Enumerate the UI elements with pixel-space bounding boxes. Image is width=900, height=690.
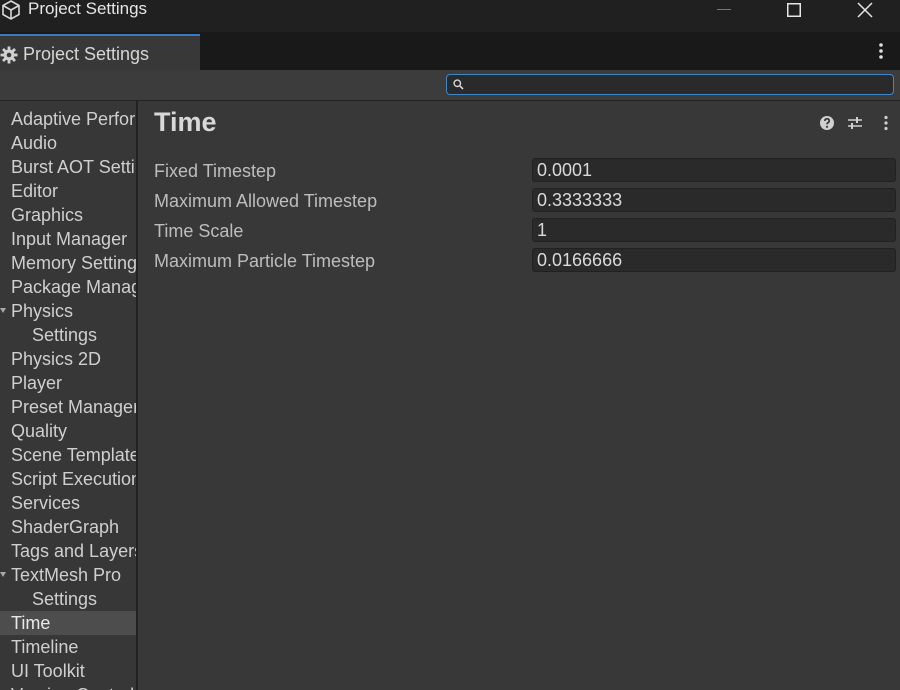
time-settings-panel: Time Fixed Timestep Maximum Allowed Time… [138, 101, 900, 690]
fixed-timestep-field[interactable] [532, 158, 896, 182]
search-icon [453, 79, 464, 90]
tab-strip: Project Settings [0, 32, 900, 70]
close-icon [857, 2, 873, 18]
sidebar-item-input-manager[interactable]: Input Manager [0, 227, 136, 251]
sidebar-item-burst-aot-settings[interactable]: Burst AOT Settings [0, 155, 136, 179]
sidebar-item-label: Services [11, 493, 81, 513]
tab-label: Project Settings [23, 44, 150, 64]
sidebar-item-label: Preset Manager [11, 397, 136, 417]
sidebar-item-label: Audio [11, 133, 58, 153]
minimize-icon [717, 9, 731, 10]
maximize-icon [787, 3, 801, 17]
sidebar-item-label: UI Toolkit [11, 661, 85, 681]
sidebar-item-label: Package Manager [11, 277, 136, 297]
settings-sidebar: Adaptive Performance Audio Burst AOT Setti… [0, 101, 138, 690]
sidebar-item-label: Tags and Layers [11, 541, 136, 561]
maximum-particle-timestep-field[interactable] [532, 248, 896, 272]
sidebar-item-label: Settings [32, 589, 98, 609]
maximum-particle-timestep-row: Maximum Particle Timestep [154, 248, 900, 274]
tab-project-settings[interactable]: Project Settings [0, 34, 200, 70]
sidebar-item-timeline[interactable]: Timeline [0, 635, 136, 659]
sidebar-item-label: Editor [11, 181, 59, 201]
sidebar-item-label: Physics 2D [11, 349, 102, 369]
sidebar-item-time[interactable]: Time [0, 611, 136, 635]
sidebar-item-label: Time [11, 613, 51, 633]
sidebar-item-label: Physics [11, 301, 74, 321]
time-scale-label: Time Scale [154, 221, 244, 241]
more-options-icon[interactable] [878, 115, 894, 131]
sidebar-item-label: Quality [11, 421, 68, 441]
minimize-button[interactable] [701, 0, 747, 20]
search-field[interactable] [446, 74, 894, 95]
time-scale-field[interactable] [532, 218, 896, 242]
foldout-arrow-icon[interactable] [0, 563, 8, 587]
sidebar-item-settings[interactable]: Settings [0, 587, 136, 611]
sidebar-item-label: Memory Settings [11, 253, 136, 273]
sidebar-item-label: Player [11, 373, 63, 393]
sidebar-item-physics[interactable]: Physics [0, 299, 136, 323]
sidebar-item-label: Graphics [11, 205, 84, 225]
close-button[interactable] [842, 0, 888, 20]
sidebar-item-package-manager[interactable]: Package Manager [0, 275, 136, 299]
sidebar-item-physics-2d[interactable]: Physics 2D [0, 347, 136, 371]
sidebar-item-label: Input Manager [11, 229, 128, 249]
time-scale-row: Time Scale [154, 218, 900, 244]
window-title-bar: Project Settings [0, 0, 900, 32]
sidebar-item-editor[interactable]: Editor [0, 179, 136, 203]
search-input[interactable] [469, 76, 889, 93]
toolbar [0, 70, 900, 101]
sidebar-item-shadergraph[interactable]: ShaderGraph [0, 515, 136, 539]
sidebar-item-label: Scene Template [11, 445, 136, 465]
maximum-allowed-timestep-label: Maximum Allowed Timestep [154, 191, 378, 211]
gear-icon [0, 46, 18, 64]
sidebar-item-graphics[interactable]: Graphics [0, 203, 136, 227]
help-icon[interactable] [819, 115, 835, 131]
sidebar-list: Adaptive Performance Audio Burst AOT Setti… [0, 107, 136, 690]
fixed-timestep-row: Fixed Timestep [154, 158, 900, 184]
sidebar-item-adaptive-performance[interactable]: Adaptive Performance [0, 107, 136, 131]
sidebar-item-label: Adaptive Performance [11, 109, 136, 129]
sidebar-item-player[interactable]: Player [0, 371, 136, 395]
tab-menu-icon[interactable] [872, 40, 890, 62]
maximum-allowed-timestep-row: Maximum Allowed Timestep [154, 188, 900, 214]
sidebar-item-script-execution-order[interactable]: Script Execution Order [0, 467, 136, 491]
sidebar-item-preset-manager[interactable]: Preset Manager [0, 395, 136, 419]
maximize-button[interactable] [771, 0, 817, 20]
sidebar-item-label: Script Execution Order [11, 469, 136, 489]
maximum-particle-timestep-label: Maximum Particle Timestep [154, 251, 376, 271]
sidebar-item-label: Settings [32, 325, 98, 345]
window-title: Project Settings [28, 0, 148, 18]
sidebar-item-label: ShaderGraph [11, 517, 120, 537]
foldout-arrow-icon[interactable] [0, 299, 8, 323]
sidebar-item-tags-and-layers[interactable]: Tags and Layers [0, 539, 136, 563]
sidebar-item-label: Version Control [11, 685, 134, 690]
sidebar-item-settings[interactable]: Settings [0, 323, 136, 347]
sidebar-item-memory-settings[interactable]: Memory Settings [0, 251, 136, 275]
sidebar-item-ui-toolkit[interactable]: UI Toolkit [0, 659, 136, 683]
sidebar-item-textmesh-pro[interactable]: TextMesh Pro [0, 563, 136, 587]
sidebar-item-scene-template[interactable]: Scene Template [0, 443, 136, 467]
unity-logo-icon [2, 0, 20, 20]
fixed-timestep-label: Fixed Timestep [154, 161, 277, 181]
sidebar-item-label: Timeline [11, 637, 79, 657]
sidebar-item-label: Burst AOT Settings [11, 157, 136, 177]
sidebar-item-label: TextMesh Pro [11, 565, 122, 585]
sidebar-item-version-control[interactable]: Version Control [0, 683, 136, 690]
sidebar-item-audio[interactable]: Audio [0, 131, 136, 155]
presets-icon[interactable] [847, 115, 863, 131]
sidebar-item-services[interactable]: Services [0, 491, 136, 515]
maximum-allowed-timestep-field[interactable] [532, 188, 896, 212]
sidebar-item-quality[interactable]: Quality [0, 419, 136, 443]
page-title: Time [154, 107, 217, 137]
